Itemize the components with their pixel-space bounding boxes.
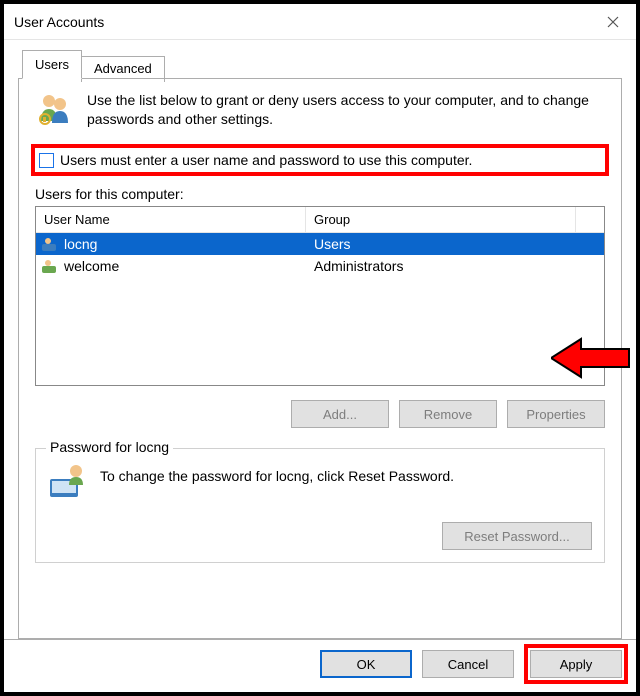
users-buttons-row: Add... Remove Properties — [35, 400, 605, 428]
intro-row: Use the list below to grant or deny user… — [35, 91, 605, 132]
properties-label: Properties — [526, 407, 585, 422]
apply-button[interactable]: Apply — [530, 650, 622, 678]
tab-advanced-label: Advanced — [94, 61, 152, 76]
require-password-row: Users must enter a user name and passwor… — [31, 144, 609, 176]
apply-label: Apply — [560, 657, 593, 672]
require-password-label: Users must enter a user name and passwor… — [60, 152, 472, 168]
user-group-cell: Users — [306, 236, 604, 252]
users-main-icon — [35, 91, 77, 132]
users-tab-panel: Use the list below to grant or deny user… — [18, 78, 622, 639]
listview-header: User Name Group — [36, 207, 604, 233]
remove-user-label: Remove — [424, 407, 472, 422]
title-bar: User Accounts — [4, 4, 636, 40]
password-groupbox: Password for locng To change the passwor… — [35, 448, 605, 563]
dialog-footer: OK Cancel Apply — [4, 639, 636, 692]
close-button[interactable] — [590, 4, 636, 39]
window-title: User Accounts — [14, 14, 590, 30]
password-legend: Password for locng — [46, 439, 173, 455]
list-item[interactable]: locng Users — [36, 233, 604, 255]
users-listview[interactable]: User Name Group locng Users — [35, 206, 605, 386]
ok-label: OK — [357, 657, 376, 672]
password-text: To change the password for locng, click … — [100, 463, 592, 486]
add-user-button[interactable]: Add... — [291, 400, 389, 428]
tab-users-label: Users — [35, 57, 69, 72]
require-password-checkbox[interactable] — [39, 153, 54, 168]
cancel-label: Cancel — [448, 657, 488, 672]
apply-highlight: Apply — [524, 644, 628, 684]
user-group-cell: Administrators — [306, 258, 604, 274]
properties-button[interactable]: Properties — [507, 400, 605, 428]
list-item[interactable]: welcome Administrators — [36, 255, 604, 277]
user-name-cell: welcome — [64, 258, 119, 274]
password-row: To change the password for locng, click … — [48, 463, 592, 504]
user-icon — [42, 237, 60, 251]
user-icon — [42, 259, 60, 273]
intro-text: Use the list below to grant or deny user… — [87, 91, 605, 129]
cancel-button[interactable]: Cancel — [422, 650, 514, 678]
ok-button[interactable]: OK — [320, 650, 412, 678]
users-list-label: Users for this computer: — [35, 186, 605, 202]
tab-users[interactable]: Users — [22, 50, 82, 79]
reset-password-label: Reset Password... — [464, 529, 570, 544]
reset-password-button[interactable]: Reset Password... — [442, 522, 592, 550]
column-user-name[interactable]: User Name — [36, 207, 306, 232]
column-group[interactable]: Group — [306, 207, 576, 232]
user-name-cell: locng — [64, 236, 97, 252]
column-gutter — [576, 207, 604, 232]
tab-strip: Users Advanced — [18, 50, 622, 79]
add-user-label: Add... — [323, 407, 357, 422]
remove-user-button[interactable]: Remove — [399, 400, 497, 428]
password-user-icon — [48, 463, 90, 504]
close-icon — [607, 16, 619, 28]
